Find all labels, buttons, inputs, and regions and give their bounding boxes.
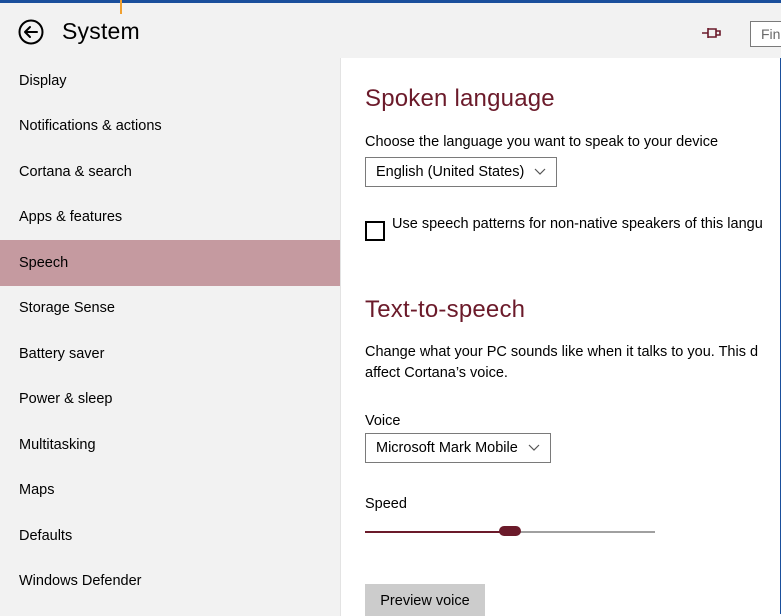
spoken-language-description: Choose the language you want to speak to…	[365, 134, 719, 150]
sidebar-item-label: Power & sleep	[19, 391, 113, 408]
back-button[interactable]	[18, 19, 44, 45]
title-bar: System Fin	[0, 0, 781, 58]
non-native-speech-label: Use speech patterns for non-native speak…	[392, 216, 763, 232]
sidebar-item-multitasking[interactable]: Multitasking	[0, 422, 340, 468]
sidebar-item-storage-sense[interactable]: Storage Sense	[0, 286, 340, 332]
text-to-speech-heading: Text-to-speech	[365, 296, 526, 323]
sidebar-item-defaults[interactable]: Defaults	[0, 513, 340, 559]
pin-button[interactable]	[700, 25, 722, 41]
sidebar-item-windows-defender[interactable]: Windows Defender	[0, 559, 340, 605]
sidebar-item-label: Apps & features	[19, 209, 123, 226]
preview-voice-button[interactable]: Preview voice	[365, 584, 485, 616]
non-native-speech-checkbox[interactable]	[365, 221, 385, 241]
back-arrow-circle-icon	[18, 19, 44, 45]
sidebar-item-label: Cortana & search	[19, 163, 132, 180]
language-dropdown[interactable]: English (United States)	[365, 157, 558, 187]
taskbar-indicator	[120, 0, 122, 14]
sidebar-item-label: Defaults	[19, 527, 73, 544]
sidebar-item-label: Speech	[19, 254, 69, 271]
sidebar-item-label: Maps	[19, 482, 55, 499]
pin-icon	[702, 28, 721, 38]
sidebar-item-apps-features[interactable]: Apps & features	[0, 195, 340, 241]
language-dropdown-value: English (United States)	[376, 164, 525, 180]
tts-description-line1: Change what your PC sounds like when it …	[365, 344, 759, 360]
voice-dropdown-value: Microsoft Mark Mobile	[376, 440, 518, 456]
page-title: System	[62, 18, 140, 44]
sidebar-item-label: Display	[19, 72, 67, 89]
voice-label: Voice	[365, 413, 401, 429]
main-content: Spoken language Choose the language you …	[341, 58, 781, 616]
chevron-down-icon	[534, 168, 546, 175]
speed-slider-fill	[365, 531, 510, 533]
sidebar: Display Notifications & actions Cortana & …	[0, 58, 341, 616]
sidebar-item-label: Windows Defender	[19, 573, 142, 590]
chevron-down-icon	[528, 444, 540, 451]
sidebar-item-label: Battery saver	[19, 345, 105, 362]
speed-slider[interactable]	[365, 526, 655, 536]
sidebar-item-speech[interactable]: Speech	[0, 240, 340, 286]
spoken-language-heading: Spoken language	[365, 85, 555, 112]
search-input[interactable]: Fin	[750, 21, 781, 47]
sidebar-item-label: Storage Sense	[19, 300, 115, 317]
sidebar-item-maps[interactable]: Maps	[0, 468, 340, 514]
voice-dropdown[interactable]: Microsoft Mark Mobile	[365, 433, 551, 463]
tts-description-line2: affect Cortana’s voice.	[365, 365, 508, 381]
sidebar-item-label: Multitasking	[19, 436, 96, 453]
sidebar-item-display[interactable]: Display	[0, 58, 340, 104]
sidebar-item-notifications-actions[interactable]: Notifications & actions	[0, 104, 340, 150]
sidebar-item-cortana-search[interactable]: Cortana & search	[0, 149, 340, 195]
speed-label: Speed	[365, 496, 407, 512]
speed-slider-thumb[interactable]	[499, 526, 521, 536]
sidebar-item-power-sleep[interactable]: Power & sleep	[0, 377, 340, 423]
sidebar-item-battery-saver[interactable]: Battery saver	[0, 331, 340, 377]
sidebar-item-label: Notifications & actions	[19, 118, 162, 135]
